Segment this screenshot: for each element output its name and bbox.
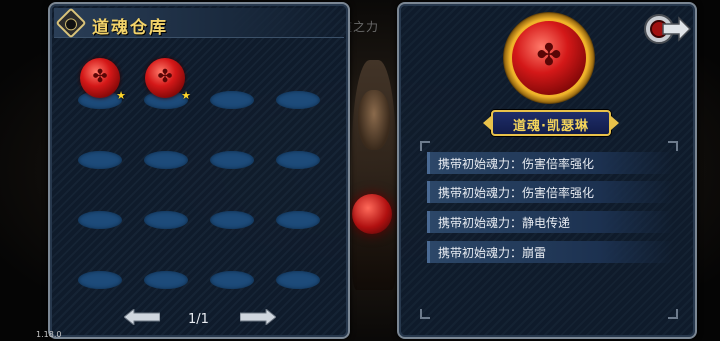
soul-emblem-icon: ✤ bbox=[536, 38, 562, 73]
frame-corner bbox=[420, 141, 430, 151]
inventory-slot[interactable] bbox=[210, 91, 254, 109]
back-arrow-button[interactable] bbox=[643, 10, 691, 48]
frame-corner bbox=[668, 309, 678, 319]
inventory-slot[interactable] bbox=[276, 211, 320, 229]
warehouse-header: 道魂仓库 bbox=[54, 7, 344, 39]
soul-emblem-icon: ✤ bbox=[157, 66, 173, 87]
attribute-row: 携带初始魂力：伤害倍率强化 bbox=[427, 181, 673, 203]
frame-corner bbox=[668, 141, 678, 151]
selected-soul-orb: ✤ bbox=[503, 12, 595, 104]
inventory-slot[interactable] bbox=[276, 151, 320, 169]
inventory-item-soul-orb[interactable]: ✤ ★ bbox=[145, 58, 191, 102]
star-icon: ★ bbox=[116, 89, 126, 102]
selected-soul-orb-core: ✤ bbox=[512, 21, 586, 95]
version-label: 1.18.0 bbox=[36, 330, 62, 339]
inventory-slot[interactable] bbox=[210, 271, 254, 289]
warehouse-emblem-icon bbox=[55, 7, 87, 39]
star-icon: ★ bbox=[181, 89, 191, 102]
attribute-row: 携带初始魂力：静电传递 bbox=[427, 211, 673, 233]
inventory-slot[interactable] bbox=[78, 211, 122, 229]
soul-name-plate: 道魂·凯瑟琳 bbox=[491, 110, 611, 136]
attribute-text: 携带初始魂力：伤害倍率强化 bbox=[438, 157, 595, 171]
inventory-slot[interactable] bbox=[144, 151, 188, 169]
inventory-slot[interactable] bbox=[144, 271, 188, 289]
inventory-item-soul-orb[interactable]: ✤ ★ bbox=[80, 58, 126, 102]
inventory-slot[interactable] bbox=[276, 91, 320, 109]
inventory-slot[interactable] bbox=[144, 211, 188, 229]
soul-detail-panel: ✤ 道魂·凯瑟琳 携带初始魂力：伤害倍率强化 携带初始魂力：伤害倍率强化 携带初… bbox=[397, 2, 697, 339]
inventory-slot[interactable] bbox=[210, 211, 254, 229]
attribute-row: 携带初始魂力：伤害倍率强化 bbox=[427, 152, 673, 174]
page-indicator: 1/1 bbox=[188, 312, 209, 327]
attribute-text: 携带初始魂力：崩雷 bbox=[438, 246, 547, 260]
attribute-text: 携带初始魂力：静电传递 bbox=[438, 216, 571, 230]
attribute-text: 携带初始魂力：伤害倍率强化 bbox=[438, 186, 595, 200]
warehouse-title: 道魂仓库 bbox=[92, 18, 168, 38]
soul-name: 道魂·凯瑟琳 bbox=[513, 119, 589, 134]
inventory-slot[interactable] bbox=[78, 151, 122, 169]
prev-page-arrow-icon[interactable] bbox=[124, 309, 160, 325]
inventory-slot[interactable] bbox=[78, 271, 122, 289]
background-orb bbox=[352, 194, 392, 234]
next-page-arrow-icon[interactable] bbox=[240, 309, 276, 325]
inventory-slot[interactable] bbox=[210, 151, 254, 169]
soul-emblem-icon: ✤ bbox=[92, 66, 108, 87]
inventory-slot[interactable] bbox=[276, 271, 320, 289]
frame-corner bbox=[420, 309, 430, 319]
soul-warehouse-panel: 道魂仓库 ✤ ★ ✤ ★ 1/1 bbox=[48, 2, 350, 339]
background-character-face bbox=[358, 90, 390, 150]
attribute-row: 携带初始魂力：崩雷 bbox=[427, 241, 673, 263]
